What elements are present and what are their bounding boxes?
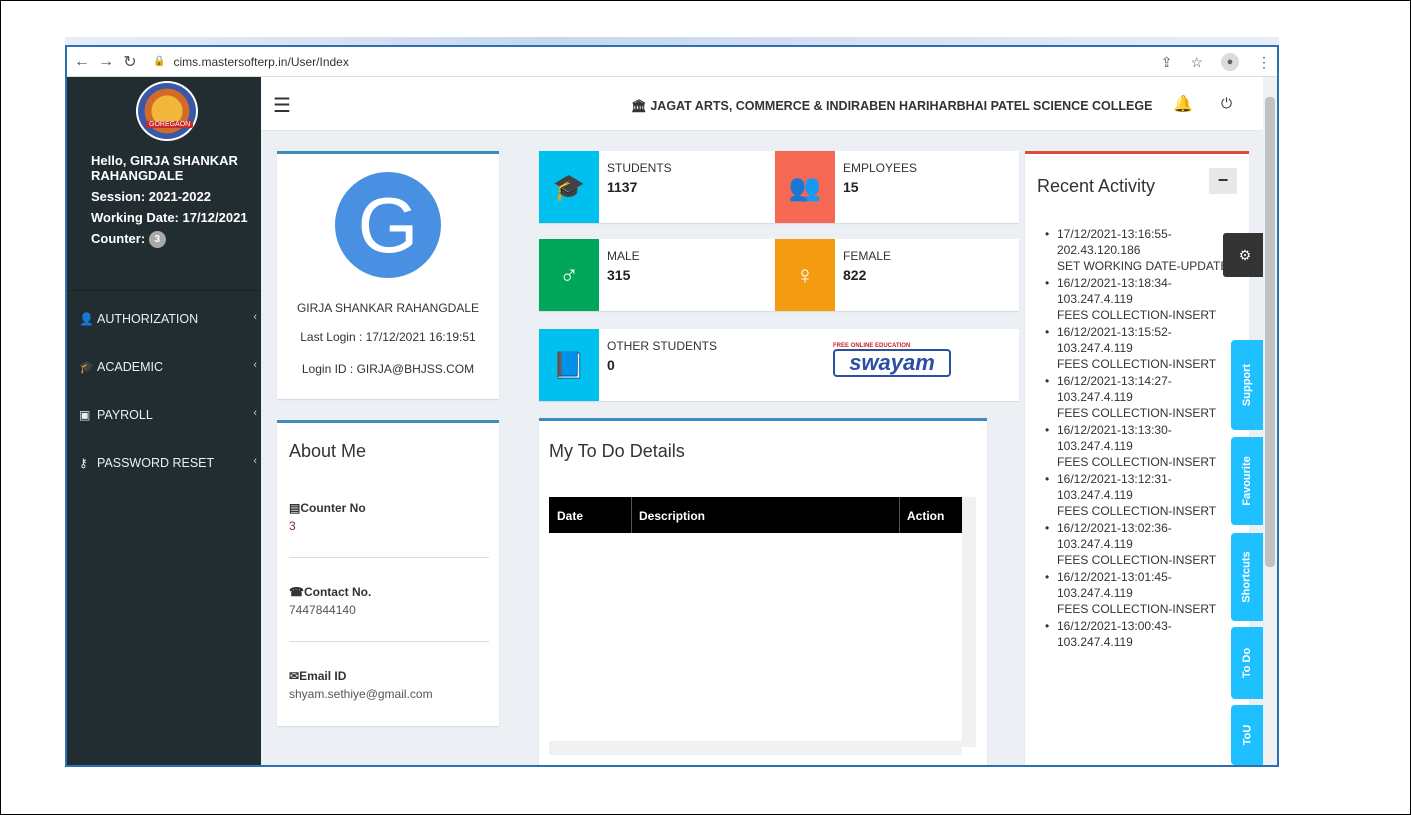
sidebar: GOREGAON Hello, GIRJA SHANKAR RAHANGDALE… — [67, 77, 261, 765]
about-card: About Me ▤Counter No 3 ☎Contact No. 744784… — [277, 420, 499, 726]
chevron-left-icon: ‹ — [253, 407, 257, 419]
greeting: Hello, GIRJA SHANKAR RAHANGDALE — [91, 153, 238, 183]
list-item: 17/12/2021-13:16:55-202.43.120.186SET WO… — [1045, 226, 1228, 274]
activity-list: 17/12/2021-13:16:55-202.43.120.186SET WO… — [1045, 226, 1228, 651]
col-divider — [631, 497, 632, 533]
about-title: About Me — [289, 441, 367, 461]
sidebar-item-authorization[interactable]: 👤 AUTHORIZATION ‹ — [67, 295, 261, 343]
reload-icon[interactable]: ↻ — [121, 52, 139, 72]
page-scrollbar[interactable] — [1263, 77, 1277, 765]
hamburger-icon[interactable]: ☰ — [273, 93, 291, 118]
college-logo: GOREGAON — [136, 81, 198, 141]
stat-students[interactable]: 🎓 STUDENTS 1137 — [539, 151, 775, 223]
recent-title: Recent Activity — [1037, 176, 1156, 196]
profile-icon[interactable]: ● — [1221, 53, 1239, 71]
address-bar[interactable]: 🔒 cims.mastersofterp.in/User/Index — [153, 55, 349, 69]
list-item: 16/12/2021-13:00:43-103.247.4.119 — [1045, 618, 1228, 650]
phone-icon: ☎ — [289, 585, 304, 599]
back-icon[interactable]: ← — [73, 53, 91, 71]
counter: Counter: 3 — [91, 231, 251, 249]
list-item: 16/12/2021-13:15:52-103.247.4.119FEES CO… — [1045, 324, 1228, 372]
login-id: Login ID : GIRJA@BHJSS.COM — [301, 362, 475, 376]
graduation-cap-icon: 🎓 — [539, 151, 599, 223]
divider — [289, 557, 489, 558]
user-plus-icon: 👤 — [79, 312, 94, 326]
tab-shortcuts[interactable]: Shortcuts — [1231, 533, 1263, 621]
todo-horizontal-scrollbar[interactable] — [549, 741, 962, 755]
chevron-left-icon: ‹ — [253, 359, 257, 371]
counter-field: ▤Counter No 3 — [289, 501, 366, 533]
tab-favourite[interactable]: Favourite — [1231, 437, 1263, 525]
book-icon: ▤ — [289, 501, 301, 515]
money-icon: ▣ — [79, 408, 91, 422]
todo-card: My To Do Details Date Description Action — [539, 418, 987, 765]
star-icon[interactable]: ☆ — [1190, 54, 1203, 71]
list-item: 16/12/2021-13:13:30-103.247.4.119FEES CO… — [1045, 422, 1228, 470]
working-date: Working Date: 17/12/2021 — [91, 210, 248, 225]
sidebar-divider — [67, 290, 261, 291]
counter-badge: 3 — [148, 231, 166, 249]
female-icon: ♀ — [775, 239, 835, 311]
sidebar-menu: 👤 AUTHORIZATION ‹ 🎓 ACADEMIC ‹ ▣ PAYROLL ‹ ⚷ PA… — [67, 295, 261, 487]
chevron-left-icon: ‹ — [253, 311, 257, 323]
sidebar-item-password-reset[interactable]: ⚷ PASSWORD RESET ‹ — [67, 439, 261, 487]
top-header: ☰ 🏛 JAGAT ARTS, COMMERCE & INDIRABEN HAR… — [261, 77, 1267, 131]
list-item: 16/12/2021-13:02:36-103.247.4.119FEES CO… — [1045, 520, 1228, 568]
swayam-logo[interactable]: FREE ONLINE EDUCATION swayam — [833, 343, 951, 383]
book-icon: 📘 — [539, 329, 599, 401]
list-item: 16/12/2021-13:12:31-103.247.4.119FEES CO… — [1045, 471, 1228, 519]
user-info: Hello, GIRJA SHANKAR RAHANGDALE Session:… — [91, 153, 251, 254]
col-description: Description — [639, 509, 706, 523]
stat-male[interactable]: ♂ MALE 315 — [539, 239, 775, 311]
share-icon[interactable]: ⇪ — [1161, 54, 1173, 71]
divider — [289, 641, 489, 642]
users-icon: 👥 — [775, 151, 835, 223]
male-icon: ♂ — [539, 239, 599, 311]
graduation-cap-icon: 🎓 — [79, 360, 94, 374]
window-top-edge — [65, 37, 1279, 45]
menu-dots-icon[interactable]: ⋮ — [1257, 54, 1271, 71]
scrollbar-thumb[interactable] — [1265, 97, 1275, 567]
list-item: 16/12/2021-13:18:34-103.247.4.119FEES CO… — [1045, 275, 1228, 323]
lock-icon: 🔒 — [153, 56, 166, 67]
col-date: Date — [557, 509, 584, 523]
profile-card: G GIRJA SHANKAR RAHANGDALE Last Login : … — [277, 151, 499, 399]
todo-table-header: Date Description Action — [549, 497, 962, 533]
sidebar-item-payroll[interactable]: ▣ PAYROLL ‹ — [67, 391, 261, 439]
envelope-icon: ✉ — [289, 669, 300, 683]
tab-support[interactable]: Support — [1231, 340, 1263, 430]
list-item: 16/12/2021-13:01:45-103.247.4.119FEES CO… — [1045, 569, 1228, 617]
col-action: Action — [907, 509, 945, 523]
settings-gear-icon[interactable]: ⚙ — [1223, 233, 1267, 277]
todo-title: My To Do Details — [549, 441, 685, 461]
bell-icon[interactable]: 🔔 — [1173, 94, 1193, 114]
tab-todo[interactable]: To Do — [1231, 627, 1263, 699]
forward-icon[interactable]: → — [97, 53, 115, 71]
tab-tou[interactable]: ToU — [1231, 705, 1263, 765]
stat-employees[interactable]: 👥 EMPLOYEES 15 — [775, 151, 1019, 223]
college-name: 🏛 JAGAT ARTS, COMMERCE & INDIRABEN HARIH… — [631, 99, 1153, 113]
contact-field: ☎Contact No. 7447844140 — [289, 585, 372, 617]
url-text: cims.mastersofterp.in/User/Index — [173, 54, 349, 69]
list-item: 16/12/2021-13:14:27-103.247.4.119FEES CO… — [1045, 373, 1228, 421]
email-field: ✉Email ID shyam.sethiye@gmail.com — [289, 669, 433, 701]
chevron-left-icon: ‹ — [253, 455, 257, 467]
avatar: G — [335, 172, 441, 278]
browser-toolbar: ← → ↻ 🔒 cims.mastersofterp.in/User/Index… — [67, 47, 1277, 77]
key-icon: ⚷ — [79, 456, 88, 470]
last-login: Last Login : 17/12/2021 16:19:51 — [300, 330, 476, 344]
sidebar-item-academic[interactable]: 🎓 ACADEMIC ‹ — [67, 343, 261, 391]
profile-name: GIRJA SHANKAR RAHANGDALE — [296, 301, 480, 315]
col-divider — [899, 497, 900, 533]
power-icon[interactable]: ⏻ — [1221, 95, 1232, 112]
collapse-button[interactable]: − — [1209, 168, 1237, 194]
recent-activity-card: Recent Activity − 17/12/2021-13:16:55-20… — [1025, 151, 1249, 765]
session: Session: 2021-2022 — [91, 189, 211, 204]
todo-vertical-scrollbar[interactable] — [962, 497, 976, 747]
browser-window: ← → ↻ 🔒 cims.mastersofterp.in/User/Index… — [65, 45, 1279, 767]
stat-female[interactable]: ♀ FEMALE 822 — [775, 239, 1019, 311]
institution-icon: 🏛 — [631, 99, 651, 113]
